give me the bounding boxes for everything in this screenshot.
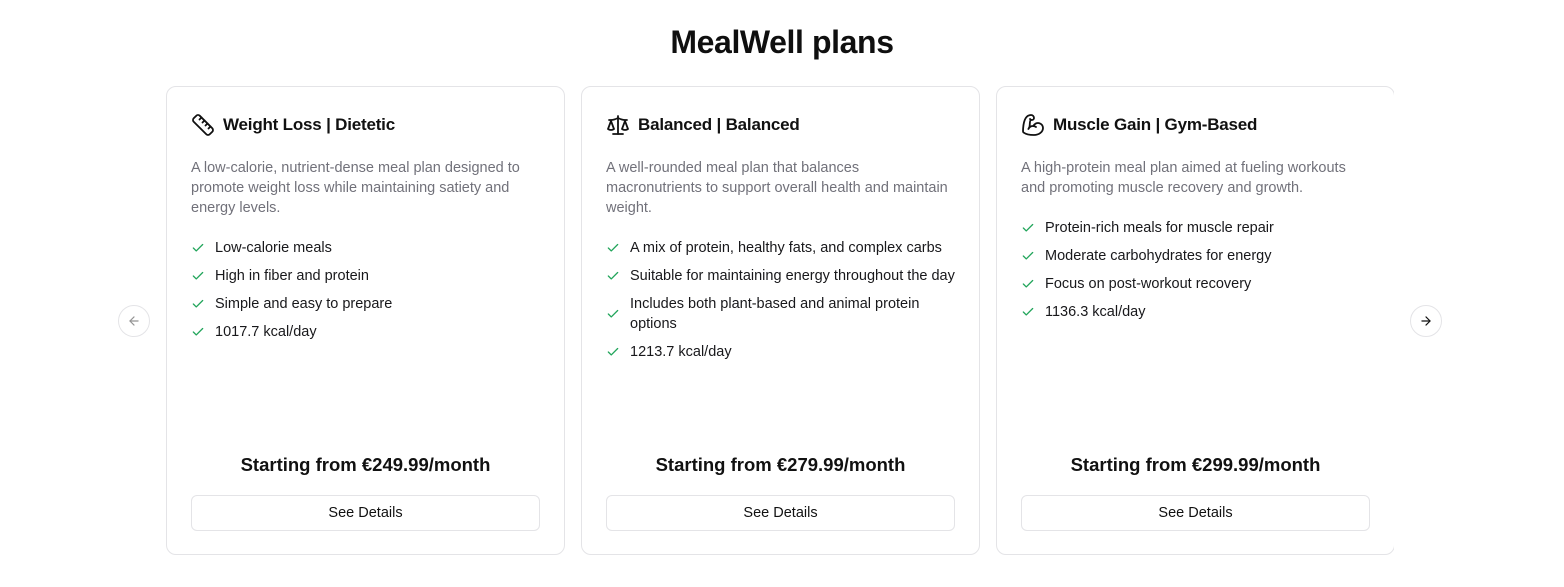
- plan-price: Starting from €249.99/month: [240, 454, 491, 475]
- card-title: Muscle Gain | Gym-Based: [1053, 115, 1258, 134]
- feature-list: Low-calorie meals High in fiber and prot…: [191, 238, 540, 342]
- check-icon: [192, 299, 204, 308]
- feature-text: 1017.7 kcal/day: [215, 324, 317, 340]
- feature-text: Suitable for maintaining energy througho…: [630, 268, 955, 284]
- list-item: Suitable for maintaining energy througho…: [606, 266, 955, 286]
- scale-icon: [607, 115, 629, 135]
- check-icon: [607, 347, 619, 356]
- check-icon: [1022, 251, 1034, 260]
- feature-list: Protein-rich meals for muscle repair Mod…: [1021, 218, 1370, 322]
- list-item: 1017.7 kcal/day: [191, 322, 540, 342]
- feature-text: A mix of protein, healthy fats, and comp…: [630, 240, 942, 256]
- check-icon: [1022, 307, 1034, 316]
- list-item: High in fiber and protein: [191, 266, 540, 286]
- feature-text: Focus on post-workout recovery: [1045, 276, 1252, 292]
- list-item: 1213.7 kcal/day: [606, 342, 955, 362]
- feature-text: 1136.3 kcal/day: [1045, 304, 1146, 320]
- list-item: Includes both plant-based and animal pro…: [606, 294, 955, 334]
- list-item: 1136.3 kcal/day: [1021, 302, 1370, 322]
- plan-price: Starting from €279.99/month: [655, 454, 906, 475]
- check-icon: [192, 243, 204, 252]
- plan-card-muscle-gain: Muscle Gain | Gym-Based A high-protein m…: [996, 86, 1394, 555]
- check-icon: [607, 271, 619, 280]
- card-description: A low-calorie, nutrient-dense meal plan …: [191, 160, 520, 216]
- list-item: Moderate carbohydrates for energy: [1021, 246, 1370, 266]
- card-header: Muscle Gain | Gym-Based: [1021, 112, 1370, 138]
- card-title: Weight Loss | Dietetic: [223, 115, 395, 134]
- see-details-button[interactable]: See Details: [191, 495, 540, 531]
- carousel-next-button[interactable]: [1410, 305, 1442, 337]
- feature-text: Low-calorie meals: [215, 240, 332, 256]
- feature-text: 1213.7 kcal/day: [630, 344, 732, 360]
- list-item: Simple and easy to prepare: [191, 294, 540, 314]
- plans-carousel: Weight Loss | Dietetic A low-calorie, nu…: [166, 86, 1394, 556]
- arrow-right-icon: [1421, 316, 1431, 326]
- check-icon: [607, 243, 619, 252]
- plan-card-balanced: Balanced | Balanced A well-rounded meal …: [581, 86, 980, 555]
- check-icon: [607, 309, 619, 318]
- card-description: A well-rounded meal plan that balances m…: [606, 160, 948, 216]
- list-item: A mix of protein, healthy fats, and comp…: [606, 238, 955, 258]
- check-icon: [1022, 223, 1034, 232]
- check-icon: [1022, 279, 1034, 288]
- feature-text: High in fiber and protein: [215, 268, 369, 284]
- list-item: Low-calorie meals: [191, 238, 540, 258]
- arrow-left-icon: [129, 316, 139, 326]
- plan-price: Starting from €299.99/month: [1070, 454, 1321, 475]
- card-title: Balanced | Balanced: [638, 115, 800, 134]
- feature-text: Includes both plant-based and animal pro…: [630, 296, 920, 332]
- card-description: A high-protein meal plan aimed at fuelin…: [1021, 160, 1346, 196]
- check-icon: [192, 327, 204, 336]
- carousel-prev-button[interactable]: [118, 305, 150, 337]
- page-title: MealWell plans: [670, 24, 894, 60]
- card-header: Balanced | Balanced: [606, 112, 955, 138]
- feature-text: Protein-rich meals for muscle repair: [1045, 220, 1274, 236]
- see-details-button[interactable]: See Details: [1021, 495, 1370, 531]
- feature-text: Moderate carbohydrates for energy: [1045, 248, 1272, 264]
- plan-card-weight-loss: Weight Loss | Dietetic A low-calorie, nu…: [166, 86, 565, 555]
- carousel-track: Weight Loss | Dietetic A low-calorie, nu…: [166, 86, 1394, 555]
- feature-list: A mix of protein, healthy fats, and comp…: [606, 238, 955, 362]
- ruler-icon: [192, 114, 214, 136]
- check-icon: [192, 271, 204, 280]
- list-item: Focus on post-workout recovery: [1021, 274, 1370, 294]
- list-item: Protein-rich meals for muscle repair: [1021, 218, 1370, 238]
- feature-text: Simple and easy to prepare: [215, 296, 393, 312]
- biceps-flexed-icon: [1022, 114, 1044, 136]
- card-header: Weight Loss | Dietetic: [191, 112, 540, 138]
- plans-page: MealWell plans Weight Loss | Dietetic A …: [0, 0, 1564, 587]
- see-details-button[interactable]: See Details: [606, 495, 955, 531]
